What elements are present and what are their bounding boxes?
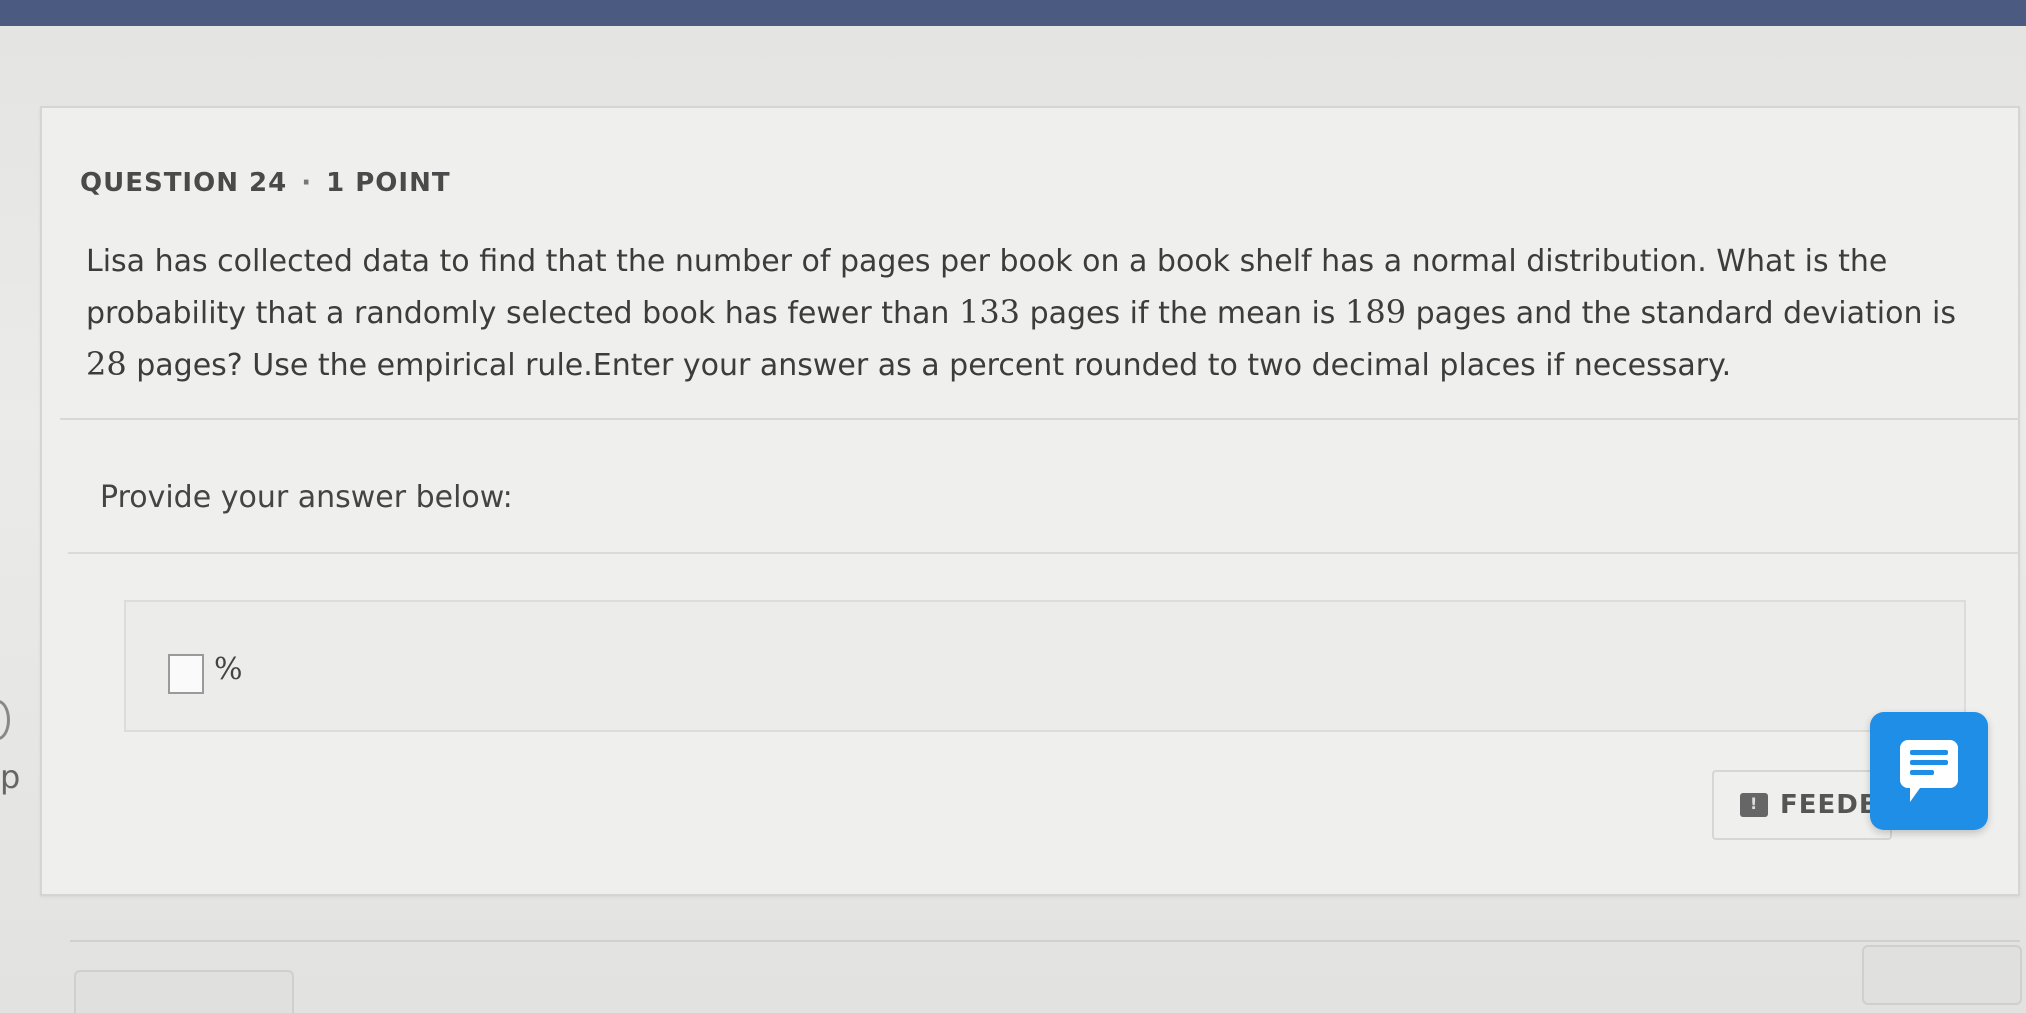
answer-input[interactable] xyxy=(168,654,204,694)
value-std-dev: 28 xyxy=(86,345,127,383)
divider xyxy=(68,552,2018,554)
next-button[interactable] xyxy=(1862,945,2022,1005)
question-number: QUESTION 24 xyxy=(80,168,288,198)
feedback-icon xyxy=(1740,793,1768,817)
chat-icon-line xyxy=(1910,770,1934,775)
chat-button[interactable] xyxy=(1870,712,1988,830)
value-mean: 189 xyxy=(1344,293,1407,331)
answer-prompt: Provide your answer below: xyxy=(100,480,513,515)
chat-icon-line xyxy=(1910,750,1948,755)
feedback-button[interactable]: FEEDB xyxy=(1712,770,1892,840)
question-text-part: pages? Use the empirical rule.Enter your… xyxy=(126,348,1732,383)
question-header: QUESTION 24 · 1 POINT xyxy=(80,168,451,198)
question-points: 1 POINT xyxy=(326,168,451,198)
top-bar xyxy=(0,0,2026,26)
answer-area xyxy=(124,600,1966,732)
header-separator: · xyxy=(301,168,313,198)
chat-icon-line xyxy=(1910,760,1948,765)
divider xyxy=(60,418,2020,420)
feedback-label: FEEDB xyxy=(1780,790,1880,820)
offscreen-text-fragment: p xyxy=(0,758,21,796)
value-pages-threshold: 133 xyxy=(958,293,1021,331)
question-text-part: pages and the standard deviation is xyxy=(1406,296,1956,331)
question-text-part: pages if the mean is xyxy=(1020,296,1345,331)
previous-button[interactable] xyxy=(74,970,294,1013)
chat-icon xyxy=(1900,740,1958,802)
divider xyxy=(70,940,2020,942)
question-text: Lisa has collected data to find that the… xyxy=(86,236,1986,391)
percent-unit: % xyxy=(214,652,243,687)
